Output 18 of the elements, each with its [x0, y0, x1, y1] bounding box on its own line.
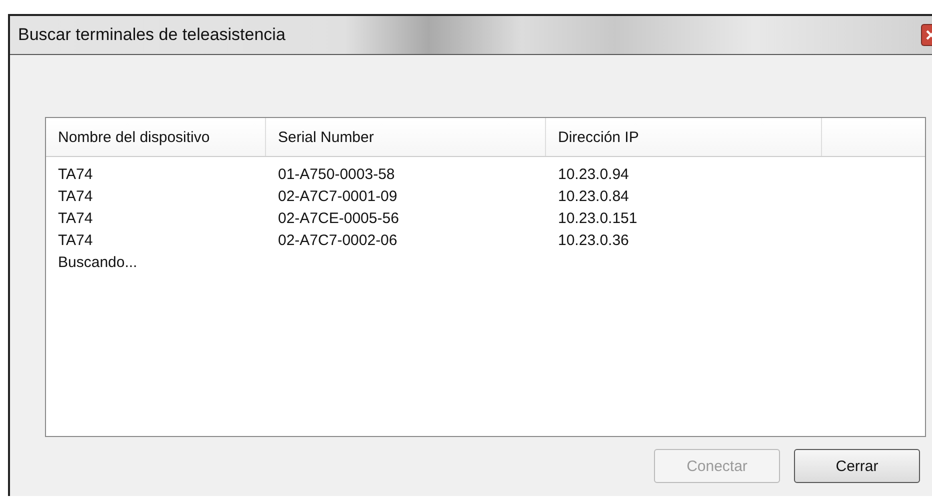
column-header[interactable]: Nombre del dispositivo — [46, 118, 266, 156]
table-cell-text: TA74 — [57, 232, 94, 248]
table-cell-text: 10.23.0.94 — [557, 166, 630, 182]
table-cell-text: 10.23.0.84 — [557, 188, 630, 204]
close-button[interactable]: Cerrar — [794, 449, 920, 483]
column-header[interactable]: Dirección IP — [546, 118, 822, 156]
table-cell-text: TA74 — [57, 210, 94, 226]
column-header[interactable]: Serial Number — [266, 118, 546, 156]
table-cell-text: TA74 — [57, 188, 94, 204]
table-cell-text: TA74 — [57, 166, 94, 182]
table-cell-text: 10.23.0.151 — [557, 210, 638, 226]
table-cell-text: 02-A7CE-0005-56 — [277, 210, 400, 226]
table-cell-text: 10.23.0.36 — [557, 232, 630, 248]
status-text: Buscando... — [57, 252, 138, 272]
table-cell-text: 01-A750-0003-58 — [277, 166, 396, 182]
table-cell-text: 02-A7C7-0001-09 — [277, 188, 398, 204]
window-title: Buscar terminales de teleasistencia — [18, 25, 286, 45]
table-cell-text: 02-A7C7-0002-06 — [277, 232, 398, 248]
